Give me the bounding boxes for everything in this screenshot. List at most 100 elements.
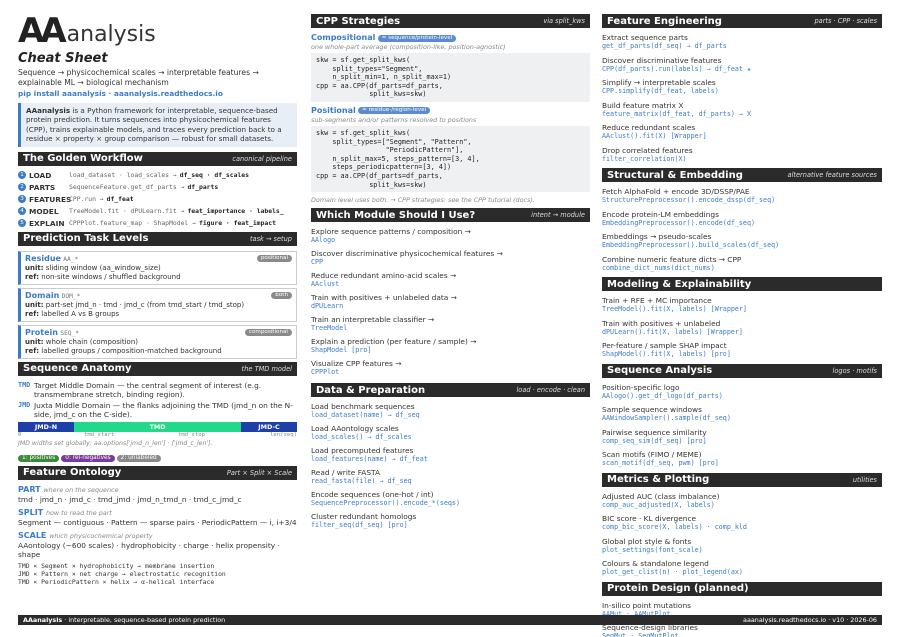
api-code[interactable]: load_features(name) → df_feat bbox=[311, 455, 590, 464]
api-code[interactable]: load_scales() → df_scales bbox=[311, 433, 590, 442]
api-item: Simplify → interpretable scales CPP.simpl… bbox=[602, 78, 882, 96]
footer: AAanalysis · interpretable, sequence-bas… bbox=[18, 615, 882, 625]
step-code: CPP.run → bbox=[69, 194, 104, 203]
label-chip: 0: rel-negatives bbox=[61, 454, 115, 462]
step-number: 3 bbox=[18, 195, 26, 204]
column-left: AA analysis Cheat Sheet Sequence → physi… bbox=[18, 14, 297, 587]
api-code[interactable]: get_df_parts(df_seq) → df_parts bbox=[602, 42, 882, 51]
column-middle: CPP Strategies via split_kws Compositiona… bbox=[311, 14, 590, 534]
api-desc: Scan motifs (FIMO / MEME) bbox=[602, 450, 702, 459]
api-code[interactable]: AAlogo().get_df_logo(df_parts) bbox=[602, 392, 882, 401]
api-desc: Discover discriminative features bbox=[602, 55, 722, 65]
section-header-metrics: Metrics & Plotting utilities bbox=[602, 472, 882, 487]
task-level: Residue AA_* positional unit: sliding wind… bbox=[18, 250, 297, 285]
api-code[interactable]: dPULearn().fit(X, labels) [Wrapper] bbox=[602, 328, 882, 337]
api-code[interactable]: AAlogo bbox=[311, 236, 590, 245]
api-desc: Position-specific logo bbox=[602, 382, 680, 392]
ont-example: TMD × Segment × hydrophobicity → membran… bbox=[18, 561, 215, 570]
api-desc: Explore sequence patterns / composition … bbox=[311, 227, 471, 237]
api-code[interactable]: ShapModel().fit(X, labels) [pro] bbox=[602, 350, 882, 359]
intro-box: AAanalysis is a Python framework for int… bbox=[18, 103, 297, 147]
api-item: Sequence-design libraries SeqMut · SeqMut… bbox=[602, 623, 882, 637]
footer-url[interactable]: aaanalysis.readthedocs.io · v10 · 2026-0… bbox=[743, 616, 877, 624]
api-desc: Train + RFE + MC importance bbox=[602, 296, 712, 305]
api-item: Train with positives + unlabeled data → d… bbox=[311, 293, 590, 311]
api-code[interactable]: SequencePreprocessor().encode_*(seqs) bbox=[311, 499, 590, 508]
api-code[interactable]: AAclust().fit(X) [Wrapper] bbox=[602, 132, 882, 141]
step-number: 2 bbox=[18, 183, 26, 192]
tmd-ticks: 0 tmd_start tmd_stop len(seq) bbox=[18, 431, 297, 438]
api-item: Drop correlated features filter_correlati… bbox=[602, 146, 882, 164]
step-number: 5 bbox=[18, 219, 26, 228]
api-desc: Pairwise sequence similarity bbox=[602, 427, 707, 437]
api-code[interactable]: filter_seq(df_seq) [pro] bbox=[311, 521, 590, 530]
api-code[interactable]: load_dataset(name) → df_seq bbox=[311, 411, 590, 420]
api-code[interactable]: dPULearn bbox=[311, 302, 590, 311]
api-code[interactable]: combine_dict_nums(dict_nums) bbox=[602, 264, 882, 273]
cpp-note: Domain level uses both. → CPP strategies… bbox=[311, 196, 535, 205]
api-code[interactable]: filter_correlation(X) bbox=[602, 155, 882, 164]
api-code[interactable]: CPP bbox=[311, 258, 590, 267]
level-ref: labelled A vs B groups bbox=[41, 309, 120, 318]
api-item: Explain a prediction (per feature / samp… bbox=[311, 337, 590, 355]
footer-brand: AAanalysis bbox=[23, 616, 63, 624]
api-code[interactable]: plot_settings(font_scale) bbox=[602, 546, 882, 555]
install-link[interactable]: pip install aaanalysis · aaanalysis.read… bbox=[18, 89, 297, 99]
api-code[interactable]: comp_seq_sim(df_seq) [pro] bbox=[602, 437, 882, 446]
cpp-pos-head: Positional ≈ residue-/region-level bbox=[311, 106, 590, 116]
api-code[interactable]: feature_matrix(df_feat, df_parts) → X bbox=[602, 110, 882, 119]
level-unit: whole chain (composition) bbox=[45, 337, 138, 346]
section-header-anatomy: Sequence Anatomy the TMD model bbox=[18, 361, 297, 376]
seqan-list: Position-specific logo AAlogo().get_df_lo… bbox=[602, 383, 882, 469]
api-desc: Encode sequences (one-hot / int) bbox=[311, 490, 434, 500]
level-unit: sliding window (aa_window_size) bbox=[45, 263, 161, 272]
api-desc: Visualize CPP features → bbox=[311, 359, 402, 369]
section-header-data: Data & Preparation load · encode · clean bbox=[311, 383, 590, 398]
api-code[interactable]: CPP.simplify(df_feat, labels) bbox=[602, 87, 882, 96]
api-code[interactable]: CPPPlot bbox=[311, 368, 590, 377]
api-item: Reduce redundant scales AAclust().fit(X) … bbox=[602, 123, 882, 141]
section-header-module: Which Module Should I Use? intent → modul… bbox=[311, 208, 590, 223]
api-desc: Embeddings → pseudo-scales bbox=[602, 232, 712, 241]
sheet-subtitle: Sequence → physicochemical scales → inte… bbox=[18, 68, 259, 87]
api-code[interactable]: AAWindowSampler().sample(df_seq) bbox=[602, 414, 882, 423]
api-code[interactable]: scan_motif(df_seq, pwm) [pro] bbox=[602, 459, 882, 468]
level-code: AA_* bbox=[63, 255, 79, 263]
label-chips: 1: positives 0: rel-negatives 2: unlabeled bbox=[18, 452, 297, 462]
step-output: feat_importance · labels_ bbox=[187, 206, 284, 215]
api-code[interactable]: read_fasta(file) → df_seq bbox=[311, 477, 590, 486]
api-code[interactable]: AAclust bbox=[311, 280, 590, 289]
api-desc: Sample sequence windows bbox=[602, 405, 702, 414]
level-badge: compositional bbox=[244, 328, 292, 336]
api-desc: Explain a prediction (per feature / samp… bbox=[311, 337, 477, 347]
api-desc: Reduce redundant scales bbox=[602, 123, 696, 132]
api-code[interactable]: StructurePreprocessor().encode_dssp(df_s… bbox=[602, 196, 882, 205]
step-key: MODEL bbox=[29, 206, 59, 216]
api-desc: Simplify → interpretable scales bbox=[602, 78, 716, 87]
api-code[interactable]: SeqMut · SeqMutPlot bbox=[602, 632, 882, 637]
logo: AA analysis bbox=[18, 14, 297, 48]
workflow-step: 2 PARTS SequenceFeature.get_df_parts → df_p… bbox=[18, 183, 297, 192]
workflow-steps: 1 LOAD load_dataset · load_scales → df_seq … bbox=[18, 171, 297, 228]
column-right: Feature Engineering parts · CPP · scales … bbox=[602, 14, 882, 637]
api-desc: Build feature matrix X bbox=[602, 100, 684, 110]
api-code[interactable]: EmbeddingPreprocessor().encode(df_seq) bbox=[602, 219, 882, 228]
api-code[interactable]: plot_get_clist(n) · plot_legend(ax) bbox=[602, 568, 882, 577]
api-code[interactable]: ShapModel [pro] bbox=[311, 346, 590, 355]
api-code[interactable]: CPP(df_parts).run(labels) → df_feat ★ bbox=[602, 65, 882, 74]
api-desc: Load benchmark sequences bbox=[311, 402, 415, 412]
api-item: Global plot style & fonts plot_settings(f… bbox=[602, 537, 882, 555]
api-code[interactable]: EmbeddingPreprocessor().build_scales(df_… bbox=[602, 241, 882, 250]
api-code[interactable]: comp_auc_adjusted(X, labels) bbox=[602, 501, 882, 510]
footer-tagline: · interpretable, sequence-based protein … bbox=[62, 616, 226, 624]
api-item: Per-feature / sample SHAP impact ShapMode… bbox=[602, 341, 882, 359]
workflow-step: 4 MODEL TreeModel.fit · dPULearn.fit → feat… bbox=[18, 207, 297, 216]
api-item: Train + RFE + MC importance TreeModel().f… bbox=[602, 296, 882, 314]
step-output: df_seq · df_scales bbox=[179, 170, 249, 179]
api-code[interactable]: TreeModel().fit(X, labels) [Wrapper] bbox=[602, 305, 882, 314]
api-code[interactable]: comp_bic_score(X, labels) · comp_kld bbox=[602, 523, 882, 532]
api-code[interactable]: TreeModel bbox=[311, 324, 590, 333]
section-header-ontology: Feature Ontology Part × Split × Scale bbox=[18, 465, 297, 480]
bar-tmd: TMD bbox=[74, 421, 241, 432]
section-header-seqan: Sequence Analysis logos · motifs bbox=[602, 363, 882, 378]
